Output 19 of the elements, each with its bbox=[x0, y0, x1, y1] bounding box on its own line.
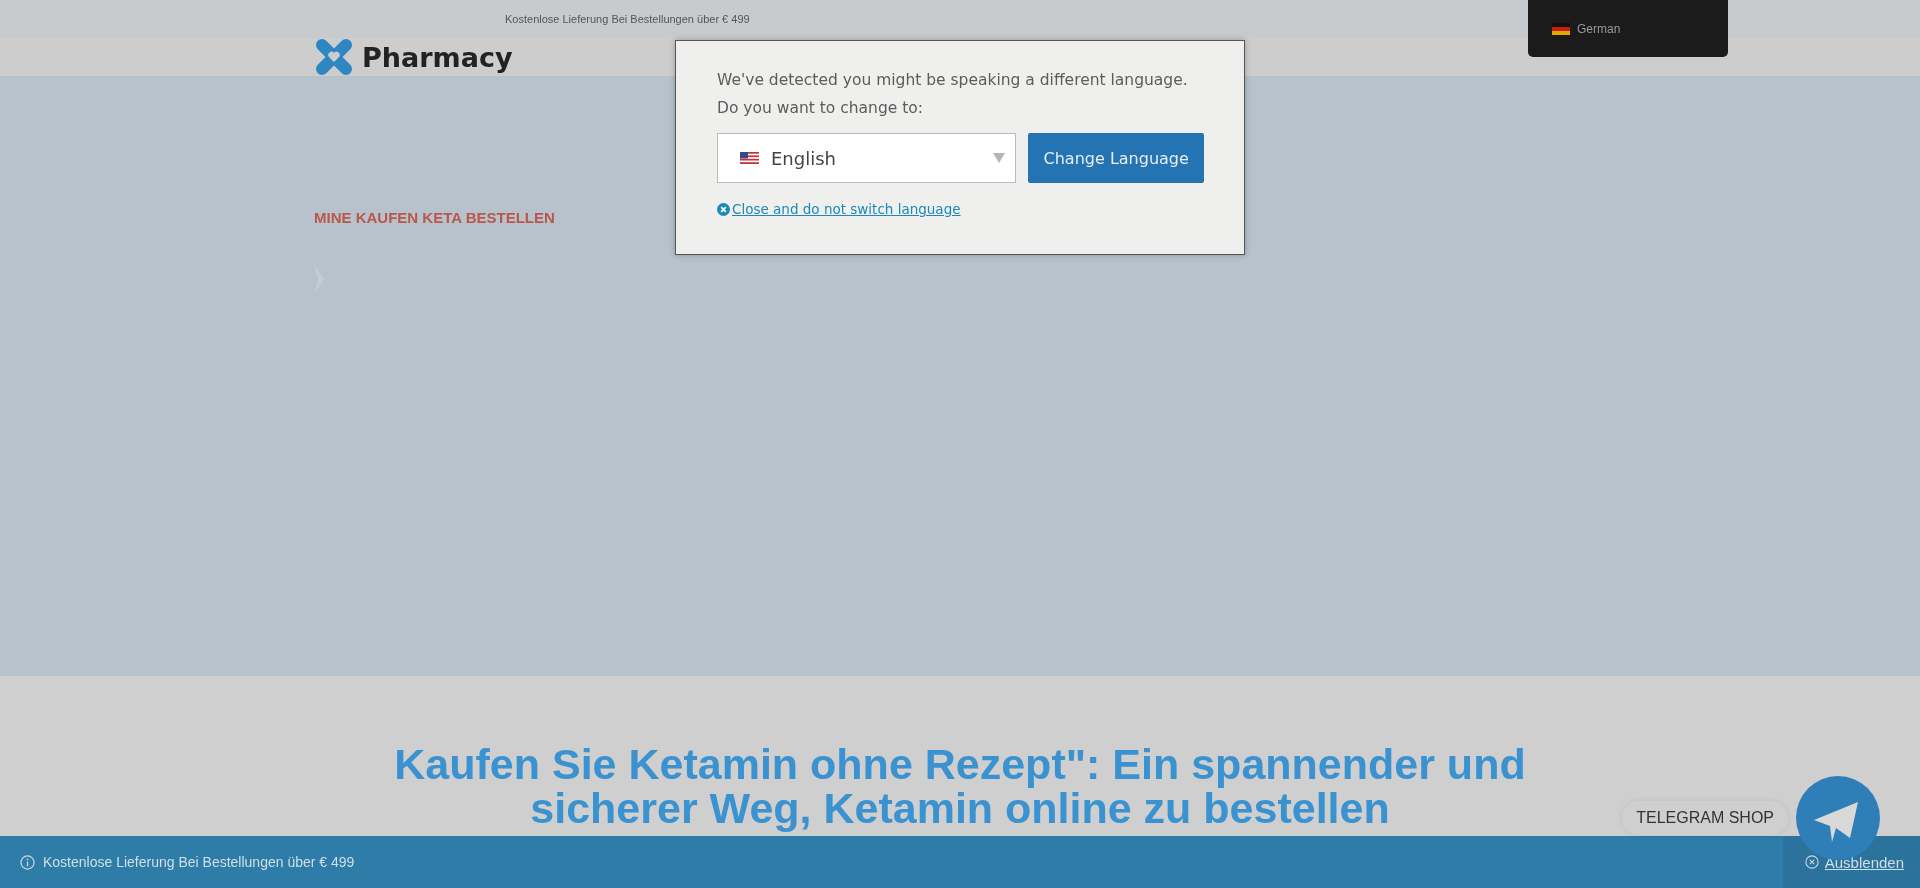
info-icon bbox=[20, 854, 35, 870]
close-icon[interactable] bbox=[1804, 855, 1819, 869]
breadcrumb-title: MINE KAUFEN KETA BESTELLEN bbox=[314, 209, 555, 226]
language-switcher[interactable]: German bbox=[1528, 0, 1728, 57]
telegram-shop-label[interactable]: TELEGRAM SHOP bbox=[1622, 801, 1788, 835]
close-icon[interactable] bbox=[717, 202, 730, 216]
language-select[interactable]: English bbox=[717, 133, 1017, 183]
shipping-notice: Kostenlose Lieferung Bei Bestellungen über € 499 bbox=[43, 854, 355, 870]
dialog-message: We've detected you might be speaking a different language. bbox=[717, 71, 1189, 89]
language-name: German bbox=[1577, 21, 1621, 36]
logo-text[interactable]: Pharmacy bbox=[362, 41, 513, 73]
shipping-notice: Kostenlose Lieferung Bei Bestellungen über € 499 bbox=[505, 13, 750, 25]
dialog-question: Do you want to change to: bbox=[717, 99, 924, 117]
us-flag-icon bbox=[740, 152, 759, 164]
page-heading: Kaufen Sie Ketamin ohne Rezept": Ein spannender und sicherer Weg, Ketamin online zu bestellen bbox=[393, 742, 1527, 830]
german-flag-icon bbox=[1552, 22, 1570, 35]
change-language-button[interactable]: Change Language bbox=[1028, 133, 1204, 183]
caret-icon bbox=[993, 153, 1006, 163]
close-link[interactable]: Close and do not switch language bbox=[732, 201, 961, 217]
